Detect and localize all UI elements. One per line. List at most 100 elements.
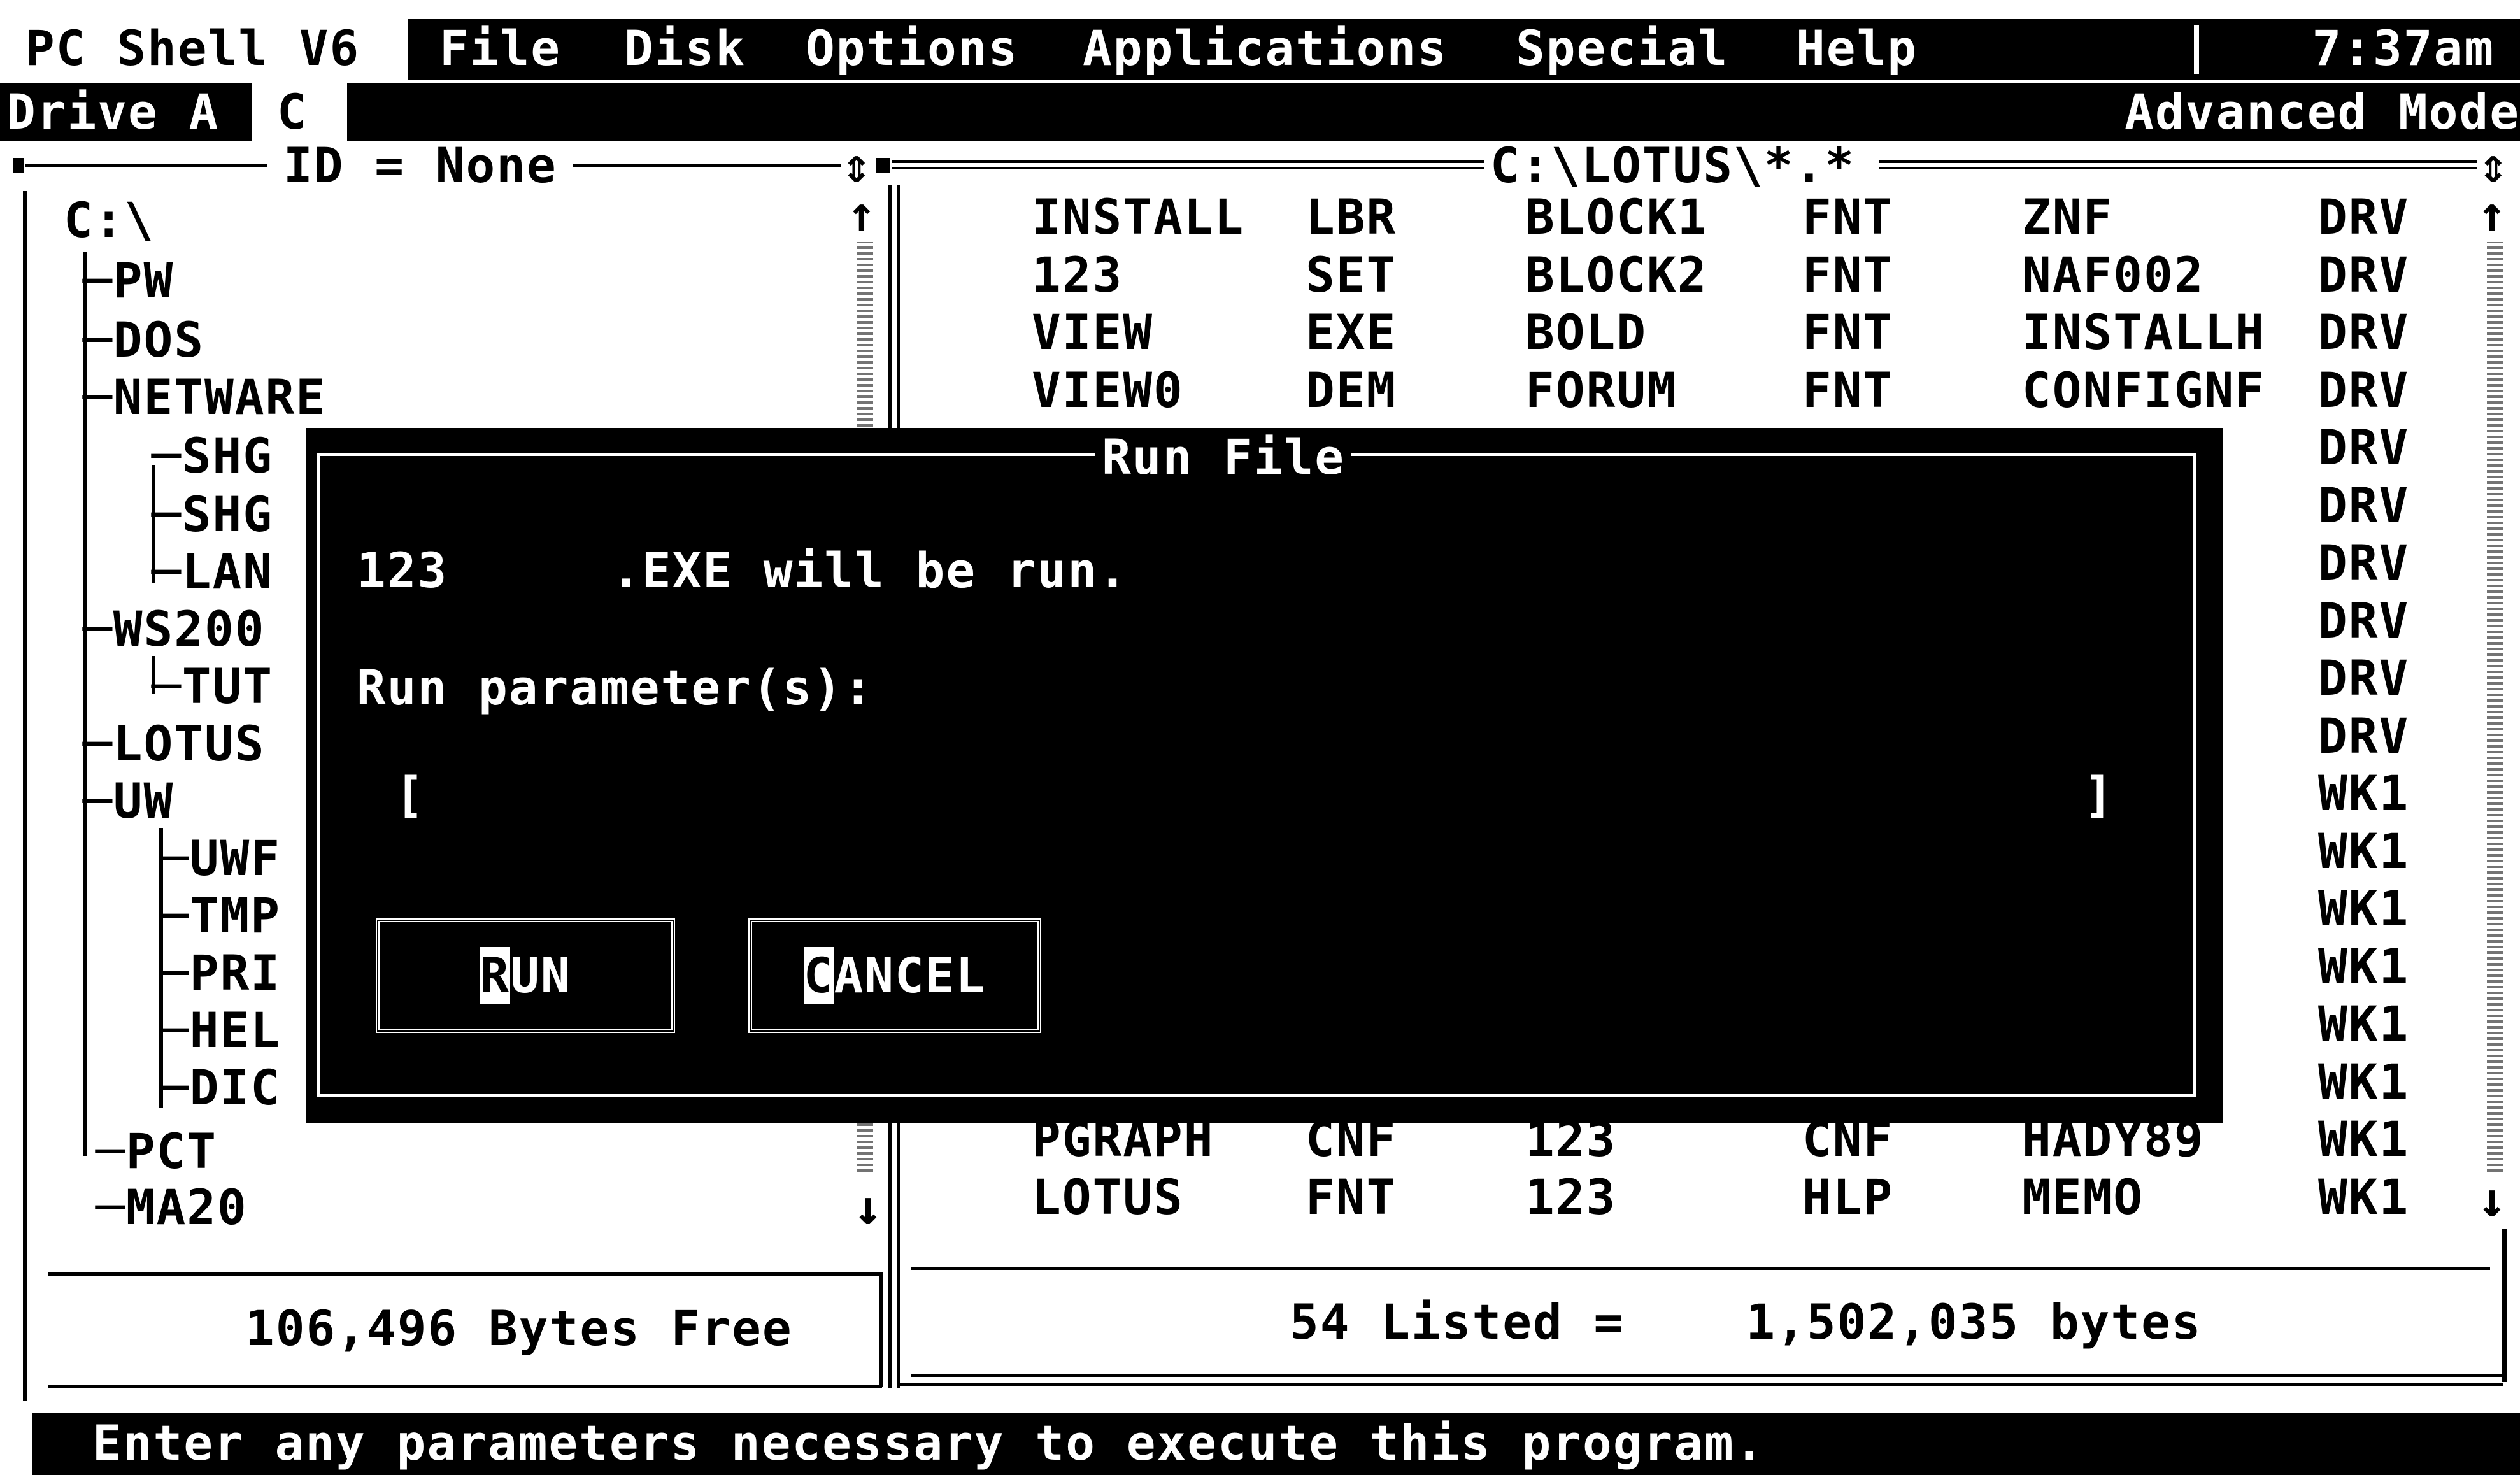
mode-indicator: Advanced Mode [2125,83,2520,140]
file-extension[interactable]: SET [1306,246,1397,304]
file-extension[interactable]: WK1 [2318,880,2409,938]
input-left-bracket: [ [395,766,425,823]
tree-footer-right-border [879,1272,883,1387]
file-panel-header: C:\LOTUS\*.* [1490,137,1856,194]
run-parameters-input[interactable]: [ ] [395,766,2114,824]
drive-bar-strip: Advanced Mode [347,83,2520,141]
file-extension[interactable]: DRV [2318,188,2409,246]
file-extension[interactable]: WK1 [2318,764,2409,823]
menu-special[interactable]: Special [1516,19,1728,78]
cancel-button[interactable]: CANCEL [748,918,1041,1033]
tree-item-tmp[interactable]: ─TMP [159,887,281,945]
menu-applications[interactable]: Applications [1083,19,1448,78]
file-extension[interactable]: LBR [1306,188,1397,246]
file-scroll-up-icon[interactable]: ↑ [2477,185,2508,243]
menu-file[interactable]: File [439,19,561,78]
tree-item-root[interactable]: C:\ [64,191,155,250]
file-name[interactable]: 123 [1032,246,1123,304]
file-extension[interactable]: EXE [1306,303,1397,362]
file-name[interactable]: BOLD [1525,303,1647,362]
file-name[interactable]: CONFIGNF [2022,361,2265,420]
file-extension[interactable]: DRV [2318,707,2409,766]
file-name[interactable]: BLOCK2 [1525,246,1708,304]
file-extension[interactable]: DRV [2318,476,2409,535]
run-button[interactable]: RUN [376,918,675,1033]
tree-item-pri[interactable]: ─PRI [159,944,281,1002]
run-file-dialog: Run File 123 .EXE will be run. Run param… [306,428,2223,1123]
dialog-message: .EXE will be run. [611,542,1128,599]
file-name[interactable]: LOTUS [1032,1168,1184,1227]
files-listed-summary: 54 Listed = 1,502,035 bytes [1290,1293,2202,1350]
clock-separator [2194,25,2199,74]
file-extension[interactable]: WK1 [2318,1053,2409,1111]
tree-item-shg-1[interactable]: ─SHG [152,427,273,485]
file-name[interactable]: FORUM [1525,361,1677,420]
tree-item-pct[interactable]: ─PCT [96,1122,217,1181]
status-bar: Enter any parameters necessary to execut… [32,1413,2520,1475]
file-extension[interactable]: WK1 [2318,995,2409,1053]
bytes-free: 106,496 Bytes Free [245,1300,793,1357]
tree-top-border-left [25,164,267,167]
tree-item-hel[interactable]: ─HEL [159,1001,281,1060]
run-button-label: RUN [480,947,571,1004]
tree-item-lotus[interactable]: ─LOTUS [83,715,266,773]
file-extension[interactable]: WK1 [2318,1110,2409,1169]
file-extension[interactable]: DRV [2318,303,2409,362]
menu-disk[interactable]: Disk [624,19,746,78]
status-message: Enter any parameters necessary to execut… [92,1414,1765,1471]
menu-options[interactable]: Options [806,19,1018,78]
file-scrollbar[interactable] [2487,242,2503,1172]
file-extension[interactable]: FNT [1306,1168,1397,1227]
tree-item-lan[interactable]: ─LAN [152,543,273,601]
file-extension[interactable]: DEM [1306,361,1397,420]
tree-left-border [23,191,27,1401]
cancel-button-label: CANCEL [803,947,986,1004]
tree-scroll-down-icon[interactable]: ↓ [853,1178,884,1237]
file-name[interactable]: INSTALLH [2022,303,2265,362]
file-name[interactable]: BLOCK1 [1525,188,1708,246]
tree-item-shg-2[interactable]: ─SHG [152,485,273,544]
file-scroll-down-icon[interactable]: ↓ [2477,1171,2508,1229]
tree-item-uw[interactable]: ─UW [83,772,174,830]
file-extension[interactable]: DRV [2318,246,2409,304]
file-bottom-border-a [911,1374,2503,1377]
file-extension[interactable]: DRV [2318,649,2409,708]
tree-item-netware[interactable]: ─NETWARE [83,368,326,427]
file-name[interactable]: VIEW [1032,303,1153,362]
drive-c-tab[interactable]: C [277,83,308,141]
menu-bar: PC Shell V6 File Disk Options Applicatio… [0,19,2520,80]
drive-a-tab[interactable]: Drive A [0,83,252,141]
file-extension[interactable]: FNT [1802,361,1893,420]
file-top-border-right-a [1879,160,2477,163]
file-name[interactable]: ZNF [2022,188,2113,246]
file-extension[interactable]: WK1 [2318,822,2409,881]
file-extension[interactable]: DRV [2318,534,2409,592]
file-extension[interactable]: WK1 [2318,937,2409,996]
file-bottom-border-b [898,1383,2503,1386]
tree-item-tut[interactable]: ─TUT [152,657,273,716]
tree-item-uwf[interactable]: ─UWF [159,829,281,888]
file-extension[interactable]: FNT [1802,303,1893,362]
tree-item-ma20[interactable]: ─MA20 [96,1178,248,1237]
menu-help[interactable]: Help [1796,19,1918,78]
tree-item-pw[interactable]: ─PW [83,252,174,310]
file-extension[interactable]: DRV [2318,361,2409,420]
menu-strip: File Disk Options Applications Special H… [408,19,2520,80]
file-name[interactable]: NAF002 [2022,246,2205,304]
file-extension[interactable]: DRV [2318,592,2409,650]
file-name[interactable]: MEMO [2022,1168,2144,1227]
file-extension[interactable]: HLP [1802,1168,1893,1227]
tree-item-dic[interactable]: ─DIC [159,1058,281,1117]
tree-header: ID = None [283,137,557,194]
file-extension[interactable]: DRV [2318,418,2409,477]
tree-scroll-up-icon[interactable]: ↑ [847,185,878,243]
file-name[interactable]: 123 [1525,1168,1616,1227]
tree-item-ws200[interactable]: ─WS200 [83,600,266,659]
file-extension[interactable]: FNT [1802,188,1893,246]
file-top-border-left-a [892,160,1484,163]
tree-item-dos[interactable]: ─DOS [83,311,204,369]
file-extension[interactable]: WK1 [2318,1168,2409,1227]
file-extension[interactable]: FNT [1802,246,1893,304]
file-name[interactable]: INSTALL [1032,188,1244,246]
file-name[interactable]: VIEW0 [1032,361,1184,420]
